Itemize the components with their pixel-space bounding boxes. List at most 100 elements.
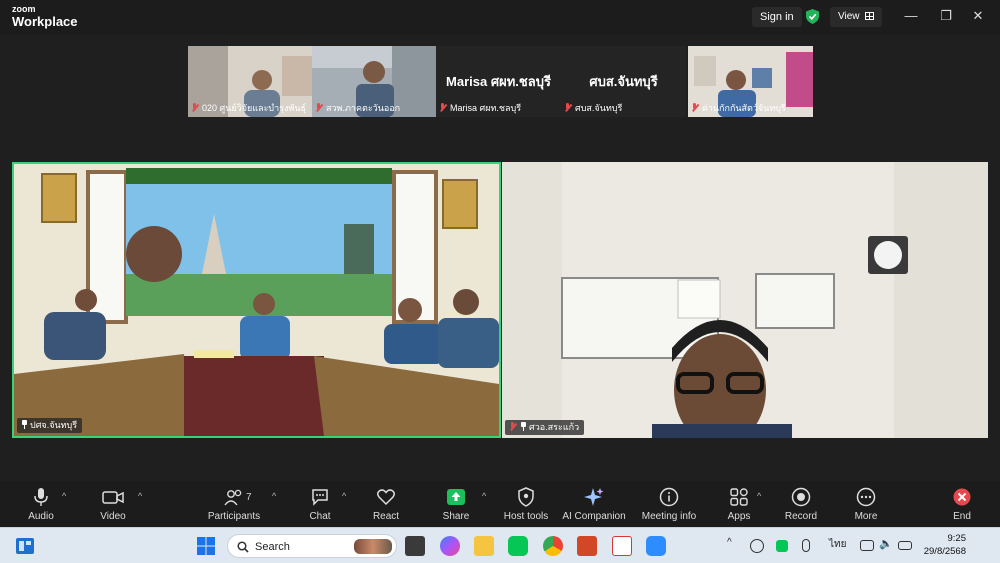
participants-icon	[224, 489, 242, 506]
meeting-info-button[interactable]: Meeting info	[633, 487, 705, 522]
chat-options-chevron-icon[interactable]: ^	[342, 491, 346, 501]
chrome-icon[interactable]	[543, 536, 563, 556]
restore-button[interactable]: ❐	[936, 6, 956, 26]
record-label: Record	[784, 511, 818, 522]
mic-muted-icon	[691, 103, 698, 112]
thumbnail-tile[interactable]: ศบส.จันทบุรี ศบส.จันทบุรี	[561, 46, 686, 117]
mic-tray-icon[interactable]	[802, 539, 810, 552]
task-view-icon[interactable]	[405, 536, 425, 556]
pdf-reader-icon[interactable]	[612, 536, 632, 556]
microphone-icon	[34, 488, 48, 506]
taskbar-search[interactable]: Search	[227, 534, 397, 558]
audio-options-chevron-icon[interactable]: ^	[62, 491, 66, 501]
view-button[interactable]: View	[830, 7, 882, 27]
widgets-icon[interactable]	[15, 536, 35, 556]
pin-icon	[520, 422, 527, 431]
heart-icon	[376, 489, 396, 506]
thumbnail-tile[interactable]: สวพ.ภาคตะวันออก	[312, 46, 436, 117]
ai-companion-button[interactable]: AI Companion	[558, 487, 630, 522]
display-icon[interactable]	[860, 540, 874, 551]
active-speaker-video[interactable]: ปศจ.จันทบุรี	[12, 162, 501, 438]
video-options-chevron-icon[interactable]: ^	[138, 491, 142, 501]
sparkle-icon	[584, 488, 604, 506]
participant-name-card: ศบส.จันทบุรี	[589, 74, 658, 89]
end-meeting-button[interactable]: End	[926, 487, 998, 522]
participant-name: ด่านกักกันสัตว์จันทบุรี	[702, 103, 786, 113]
logo-bottom-text: Workplace	[12, 14, 78, 29]
logo-top-text: zoom	[12, 4, 36, 14]
close-button[interactable]: ✕	[968, 6, 988, 26]
thumbnail-caption: Marisa ศผท.ชลบุรี	[439, 101, 558, 115]
meeting-info-label: Meeting info	[641, 511, 697, 522]
search-placeholder: Search	[255, 541, 290, 553]
mic-muted-icon	[191, 103, 198, 112]
view-label: View	[838, 11, 860, 22]
meeting-toolbar: Audio ^ Video ^ Participants 7 ^ Chat ^ …	[0, 481, 1000, 527]
windows-taskbar: Search ^ ไทย 🔈 9:25 29/8/2568	[0, 527, 1000, 563]
more-icon	[856, 487, 876, 507]
search-icon	[237, 541, 249, 553]
react-button[interactable]: React	[350, 487, 422, 522]
participants-count: 7	[246, 492, 252, 503]
participants-button[interactable]: Participants	[198, 487, 270, 522]
thumbnail-caption: สวพ.ภาคตะวันออก	[315, 101, 433, 115]
apps-options-chevron-icon[interactable]: ^	[757, 491, 761, 501]
encryption-shield-icon[interactable]	[806, 9, 819, 24]
record-icon	[791, 487, 811, 507]
language-indicator[interactable]: ไทย	[829, 537, 846, 552]
system-clock[interactable]: 9:25 29/8/2568	[924, 532, 966, 558]
participant-name: ปศจ.จันทบุรี	[30, 420, 78, 430]
line-app-icon[interactable]	[508, 536, 528, 556]
ai-companion-label: AI Companion	[562, 511, 626, 522]
chat-label: Chat	[309, 511, 331, 522]
participant-name: ศวอ.สระแก้ว	[529, 422, 580, 432]
sign-in-button[interactable]: Sign in	[752, 7, 802, 27]
network-status-icon[interactable]	[750, 539, 764, 553]
copilot-icon[interactable]	[440, 536, 460, 556]
more-button[interactable]: More	[830, 487, 902, 522]
react-label: React	[372, 511, 400, 522]
more-label: More	[854, 511, 878, 522]
camera-icon	[102, 491, 124, 504]
video-label: Video	[100, 511, 126, 522]
end-call-icon	[953, 488, 971, 506]
participant-name: สวพ.ภาคตะวันออก	[326, 103, 401, 113]
thumbnail-tile[interactable]: 020 ศูนย์วิจัยและบำรุงพันธุ์	[188, 46, 312, 117]
zoom-window: zoom Workplace Sign in View — ❐ ✕ 020 ศู…	[0, 0, 1000, 527]
participant-thumbnail-strip: 020 ศูนย์วิจัยและบำรุงพันธุ์ สวพ.ภาคตะวั…	[188, 46, 813, 117]
thumbnail-tile[interactable]: ด่านกักกันสัตว์จันทบุรี	[688, 46, 813, 117]
zoom-app-icon[interactable]	[646, 536, 666, 556]
thumbnail-caption: ด่านกักกันสัตว์จันทบุรี	[691, 101, 810, 115]
windows-start-icon[interactable]	[196, 536, 216, 556]
video-caption: ปศจ.จันทบุรี	[17, 418, 83, 433]
participant-name: ศบส.จันทบุรี	[575, 103, 623, 113]
audio-label: Audio	[28, 511, 54, 522]
participants-options-chevron-icon[interactable]: ^	[272, 491, 276, 501]
thumbnail-tile[interactable]: Marisa ศผท.ชลบุรี Marisa ศผท.ชลบุรี	[436, 46, 561, 117]
line-tray-icon[interactable]	[776, 540, 788, 552]
zoom-logo: zoom Workplace	[12, 4, 78, 29]
share-label: Share	[442, 511, 470, 522]
mic-muted-icon	[564, 103, 571, 112]
minimize-button[interactable]: —	[901, 6, 921, 26]
powerpoint-icon[interactable]	[577, 536, 597, 556]
host-tools-button[interactable]: Host tools	[490, 487, 562, 522]
thumbnail-caption: ศบส.จันทบุรี	[564, 101, 683, 115]
battery-icon[interactable]	[898, 541, 912, 550]
file-explorer-icon[interactable]	[474, 536, 494, 556]
title-bar: zoom Workplace Sign in View — ❐ ✕	[0, 0, 1000, 34]
apps-icon	[730, 488, 748, 506]
volume-icon[interactable]: 🔈	[879, 537, 893, 550]
host-tools-label: Host tools	[503, 511, 549, 522]
show-hidden-icons-chevron-icon[interactable]: ^	[727, 537, 732, 548]
chat-icon	[312, 489, 328, 506]
grid-icon	[864, 12, 874, 20]
info-icon	[659, 487, 679, 507]
video-scene	[502, 162, 988, 438]
end-label: End	[953, 511, 971, 522]
share-options-chevron-icon[interactable]: ^	[482, 491, 486, 501]
clock-time: 9:25	[947, 533, 967, 544]
pin-icon	[21, 420, 28, 429]
participant-video[interactable]: ศวอ.สระแก้ว	[502, 162, 988, 438]
record-button[interactable]: Record	[765, 487, 837, 522]
